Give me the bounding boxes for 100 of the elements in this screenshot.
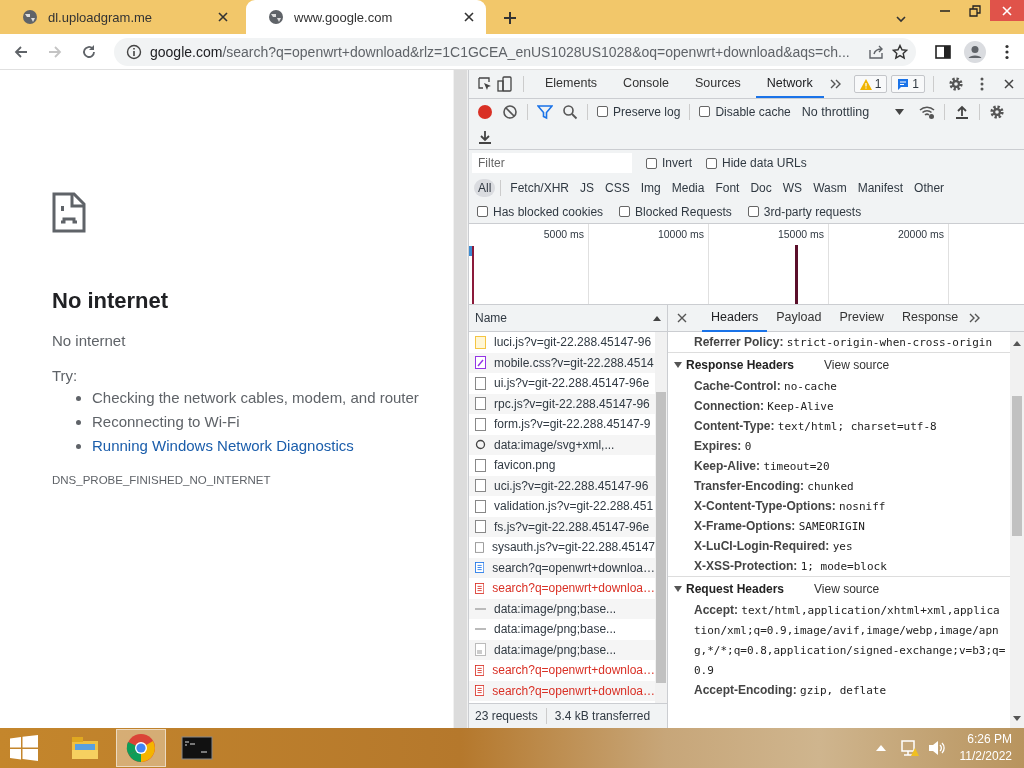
details-tab[interactable]: Headers [702, 304, 768, 332]
type-filter[interactable]: Fetch/XHR [506, 179, 574, 197]
scrollbar[interactable] [453, 70, 468, 728]
share-icon[interactable] [868, 43, 884, 60]
warnings-badge[interactable]: 1 [853, 75, 888, 93]
type-filter[interactable]: CSS [601, 179, 634, 197]
section-header[interactable]: Response Headers View source [668, 352, 1010, 376]
messages-badge[interactable]: 1 [891, 75, 925, 93]
request-row[interactable]: ui.js?v=git-22.288.45147-96e [469, 373, 655, 394]
browser-tab[interactable]: dl.uploadgram.me [0, 0, 240, 34]
browser-tab[interactable]: www.google.com [246, 0, 486, 34]
bullet-icon [76, 420, 81, 425]
file-icon [475, 356, 486, 370]
request-row[interactable]: rpc.js?v=git-22.288.45147-96 [469, 393, 655, 414]
windows-logo-icon[interactable] [10, 735, 38, 761]
scrollbar[interactable] [655, 332, 667, 703]
header-line: Expires: 0 [693, 438, 753, 455]
filter-icon[interactable] [537, 103, 553, 120]
inspect-icon[interactable] [477, 76, 493, 92]
checkbox[interactable] [646, 157, 657, 169]
file-icon [475, 663, 485, 677]
panel-tab[interactable]: Console [612, 70, 680, 98]
avatar-icon[interactable] [964, 40, 986, 63]
scrollbar[interactable] [1010, 332, 1024, 728]
close-icon[interactable] [1002, 77, 1016, 91]
record-icon[interactable] [477, 103, 493, 120]
type-filter[interactable]: JS [576, 179, 599, 197]
request-row[interactable]: form.js?v=git-22.288.45147-9 [469, 414, 655, 435]
type-filter[interactable]: Media [667, 179, 709, 197]
address-bar[interactable]: google.com/search?q=openwrt+download&rlz=1C1GCEA_enUS1028US1028&oq=openwrt+download&aqs=ch... [114, 37, 916, 66]
request-row[interactable]: luci.js?v=git-22.288.45147-96 [469, 332, 655, 353]
file-icon [475, 458, 486, 472]
network-conditions-icon[interactable] [919, 103, 936, 120]
filter-field[interactable]: Filter [472, 153, 632, 173]
search-icon[interactable] [562, 103, 578, 120]
download-icon[interactable] [477, 128, 493, 145]
close-icon[interactable] [216, 10, 230, 24]
close-button[interactable] [990, 0, 1024, 21]
clear-icon[interactable] [502, 103, 518, 120]
request-row[interactable]: validation.js?v=git-22.288.451 [469, 496, 655, 517]
type-filter[interactable]: WS [778, 179, 807, 197]
type-filter[interactable]: Font [711, 179, 744, 197]
type-filter[interactable]: Doc [746, 179, 776, 197]
section-header[interactable]: Request Headers View source [668, 576, 1010, 600]
throttling-select[interactable]: No throttling [799, 104, 911, 119]
settings-icon[interactable] [948, 76, 964, 92]
details-tab[interactable]: Payload [767, 304, 831, 332]
checkbox[interactable] [699, 106, 711, 117]
type-filter[interactable]: Manifest [853, 179, 908, 197]
info-icon[interactable] [126, 43, 142, 60]
scroll-down-icon [1013, 716, 1021, 722]
type-filter[interactable]: All [474, 179, 496, 197]
checkbox[interactable] [706, 157, 717, 169]
chrome-taskbar-button[interactable] [116, 729, 166, 767]
request-row[interactable]: data:image/png;base... [469, 639, 655, 660]
checkbox-label: Hide data URLs [722, 156, 807, 170]
checkbox[interactable] [597, 106, 608, 117]
request-row[interactable]: search?q=openwrt+downloa… [469, 680, 655, 701]
view-source-link[interactable]: View source [814, 581, 880, 596]
request-row[interactable]: data:image/svg+xml,... [469, 434, 655, 455]
scroll-up-icon[interactable] [1013, 340, 1021, 346]
checkbox[interactable] [747, 206, 759, 217]
close-icon[interactable] [676, 312, 688, 324]
request-row[interactable]: fs.js?v=git-22.288.45147-96e [469, 516, 655, 537]
panel-tab[interactable]: Sources [684, 70, 752, 98]
request-row[interactable]: uci.js?v=git-22.288.45147-96 [469, 475, 655, 496]
request-row[interactable]: sysauth.js?v=git-22.288.45147 [469, 537, 655, 558]
type-filter[interactable]: Other [910, 179, 949, 197]
upload-icon[interactable] [954, 103, 971, 120]
details-tab[interactable]: Preview [830, 304, 893, 332]
header-line: X-Content-Type-Options: nosniff [693, 498, 887, 515]
request-row[interactable]: mobile.css?v=git-22.288.4514 [469, 352, 655, 373]
summary-text: 3.4 kB transferred [554, 709, 651, 723]
close-icon [1000, 3, 1014, 18]
request-row[interactable]: data:image/png;base... [469, 619, 655, 640]
side-panel-icon[interactable] [934, 42, 952, 61]
device-toolbar-icon[interactable] [497, 76, 513, 92]
file-icon [475, 499, 486, 513]
checkbox[interactable] [477, 206, 488, 217]
suggestion-text: Reconnecting to Wi-Fi [92, 412, 240, 432]
diagnostics-link[interactable]: Running Windows Network Diagnostics [92, 434, 354, 458]
settings-icon[interactable] [989, 103, 1006, 120]
checkbox[interactable] [619, 206, 631, 217]
panel-tab[interactable]: Elements [534, 70, 609, 98]
request-row[interactable]: data:image/png;base... [469, 598, 655, 619]
timeline-tick: 15000 ms [777, 228, 824, 241]
request-row[interactable]: search?q=openwrt+downloa… [469, 660, 655, 681]
request-row[interactable]: search?q=openwrt+downloa… [469, 578, 655, 599]
star-icon[interactable] [892, 43, 908, 60]
type-filter[interactable]: Img [636, 179, 665, 197]
close-icon[interactable] [462, 10, 476, 24]
view-source-link[interactable]: View source [824, 357, 890, 372]
request-row[interactable]: search?q=openwrt+downloa… [469, 557, 655, 578]
type-filter[interactable]: Wasm [809, 179, 851, 197]
request-row[interactable]: favicon.png [469, 455, 655, 476]
details-tab[interactable]: Response [892, 304, 968, 332]
new-tab-icon[interactable] [502, 10, 518, 26]
header-line: X-XSS-Protection: 1; mode=block [693, 558, 888, 575]
checkbox-label: Blocked Requests [635, 204, 732, 219]
file-icon [475, 643, 486, 657]
